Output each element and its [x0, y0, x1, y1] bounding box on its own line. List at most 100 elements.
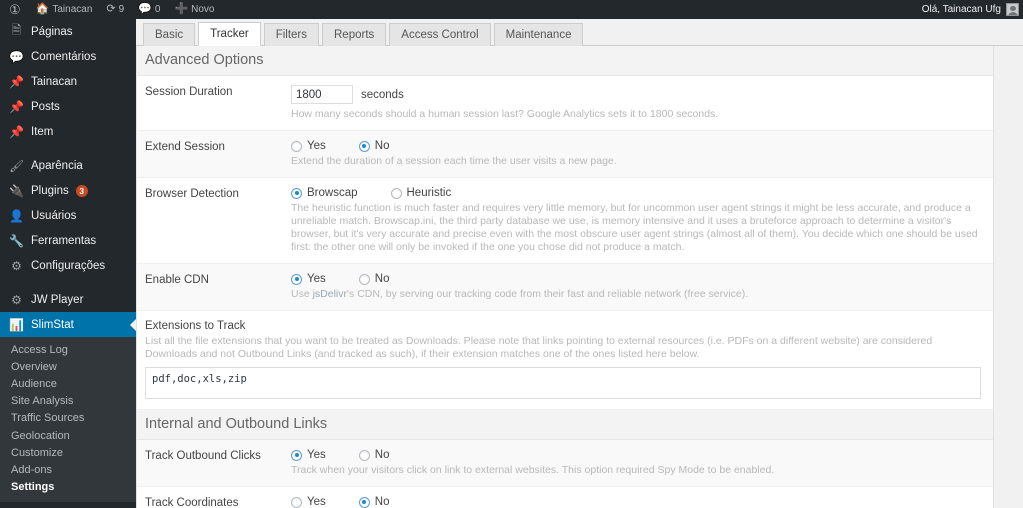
jsdelivr-link[interactable]: jsDelivr [313, 288, 347, 300]
updates-menu[interactable]: ⟳ 9 [99, 0, 131, 19]
wordpress-admin-screen: ① 🏠 Tainacan ⟳ 9 💬 0 ➕ Novo Olá, Tainaca… [0, 0, 1023, 508]
label-track-coordinates: Track Coordinates [145, 497, 239, 508]
sidebar-item-item[interactable]: 📌 Item [0, 119, 136, 144]
help-browser-detection: The heuristic function is much faster an… [291, 202, 978, 253]
plug-icon: 🔌 [9, 183, 24, 198]
submenu-item-customize[interactable]: Customize [0, 444, 136, 461]
tab-reports[interactable]: Reports [322, 23, 387, 46]
submenu-item-traffic-sources[interactable]: Traffic Sources [0, 410, 136, 427]
sidebar-item-label: Páginas [31, 25, 73, 38]
gear-icon: ⚙ [11, 292, 22, 307]
help-enable-cdn: Use jsDelivr's CDN, by serving our track… [291, 288, 981, 301]
comments-menu[interactable]: 💬 0 [131, 0, 167, 19]
track-coordinates-option-no[interactable]: No [358, 496, 389, 508]
tab-filters[interactable]: Filters [263, 23, 319, 46]
sidebar-item-label: Tainacan [31, 75, 78, 88]
desc-extensions-to-track: List all the file extensions that you wa… [145, 335, 933, 360]
submenu-item-site-analysis[interactable]: Site Analysis [0, 393, 136, 410]
tab-basic[interactable]: Basic [143, 23, 196, 46]
radio-circle-icon[interactable] [358, 496, 370, 508]
sidebar-item-label: SlimStat [31, 318, 74, 331]
submenu-item-overview[interactable]: Overview [0, 358, 136, 375]
site-name-menu[interactable]: 🏠 Tainacan [29, 0, 100, 19]
radio-circle-icon[interactable] [291, 187, 302, 199]
sidebar-item-slimstat[interactable]: 📊 SlimStat [0, 312, 136, 337]
tools-icon: 🔧 [9, 233, 24, 248]
radio-circle-icon[interactable] [358, 449, 370, 461]
sidebar-item-comentarios[interactable]: 💬 Comentários [0, 44, 136, 69]
extend-session-option-yes[interactable]: Yes [291, 140, 326, 152]
user-greeting[interactable]: Olá, Tainacan Ufg [915, 0, 1001, 19]
sidebar-item-posts[interactable]: 📌 Posts [0, 94, 136, 119]
new-label: Novo [191, 4, 215, 15]
enable-cdn-option-no[interactable]: No [358, 273, 389, 285]
sidebar-item-paginas[interactable]: 🗎 Páginas [0, 19, 136, 44]
label-extend-session: Extend Session [145, 141, 225, 153]
wordpress-logo-icon[interactable]: ① [0, 0, 29, 19]
plugins-update-badge: 3 [75, 184, 88, 197]
radio-circle-icon[interactable] [291, 449, 302, 461]
track-coordinates-option-yes[interactable]: Yes [291, 496, 326, 508]
avatar[interactable] [1006, 3, 1019, 16]
tab-access-control[interactable]: Access Control [389, 23, 491, 46]
help-extend-session: Extend the duration of a session each ti… [291, 155, 617, 167]
comment-bubble-icon: 💬 [138, 3, 152, 15]
extensions-to-track-textarea[interactable]: pdf,doc,xls,zip [145, 367, 981, 399]
sidebar-item-plugins[interactable]: 🔌 Plugins 3 [0, 178, 136, 203]
home-icon: 🏠 [35, 3, 50, 15]
radio-circle-icon[interactable] [291, 140, 302, 152]
radio-circle-icon[interactable] [390, 187, 402, 199]
browser-detection-option-browscap[interactable]: Browscap [291, 187, 358, 199]
section-header-internal-outbound-links: Internal and Outbound Links [137, 410, 993, 440]
enable-cdn-option-yes[interactable]: Yes [291, 273, 326, 285]
row-browser-detection: Browser Detection Browscap Heuristic The… [137, 178, 993, 264]
pages-icon: 🗎 [11, 23, 22, 37]
submenu-item-add-ons[interactable]: Add-ons [0, 461, 136, 478]
new-content-menu[interactable]: ➕ Novo [167, 0, 221, 19]
enable-cdn-radio-group: Yes No [291, 273, 981, 285]
label-track-outbound-clicks: Track Outbound Clicks [145, 450, 261, 462]
pin-icon: 📌 [9, 74, 24, 89]
users-icon: 👤 [9, 208, 24, 223]
submenu-item-geolocation[interactable]: Geolocation [0, 427, 136, 444]
sidebar-item-tainacan[interactable]: 📌 Tainacan [0, 69, 136, 94]
radio-circle-icon[interactable] [358, 273, 370, 285]
radio-circle-icon[interactable] [358, 140, 370, 152]
track-outbound-clicks-option-no[interactable]: No [358, 449, 389, 461]
sidebar-item-configuracoes[interactable]: ⚙ Configurações [0, 253, 136, 278]
track-outbound-clicks-radio-group: Yes No [291, 449, 981, 461]
chart-icon: 📊 [9, 317, 24, 332]
tab-maintenance[interactable]: Maintenance [493, 23, 584, 46]
extend-session-option-no[interactable]: No [358, 140, 389, 152]
tab-tracker[interactable]: Tracker [198, 22, 261, 46]
slimstat-submenu: Access Log Overview Audience Site Analys… [0, 337, 136, 502]
extend-session-radio-group: Yes No [291, 140, 981, 152]
track-coordinates-radio-group: Yes No [291, 496, 981, 508]
submenu-item-access-log[interactable]: Access Log [0, 341, 136, 358]
session-duration-unit: seconds [361, 88, 404, 101]
submenu-item-settings[interactable]: Settings [0, 479, 136, 496]
submenu-item-audience[interactable]: Audience [0, 375, 136, 392]
sidebar-item-usuarios[interactable]: 👤 Usuários [0, 203, 136, 228]
session-duration-input[interactable] [291, 85, 353, 104]
sidebar-item-jw-player[interactable]: ⚙ JW Player [0, 287, 136, 312]
row-enable-cdn: Enable CDN Yes No Use jsDelivr's CDN, by… [137, 264, 993, 311]
label-browser-detection: Browser Detection [145, 188, 239, 200]
help-enable-cdn-post: 's CDN, by serving our tracking code fro… [347, 288, 749, 300]
label-enable-cdn: Enable CDN [145, 274, 209, 286]
pin-icon: 📌 [9, 124, 24, 139]
radio-circle-icon[interactable] [291, 496, 302, 508]
pin-icon: 📌 [9, 99, 24, 114]
sidebar-item-aparencia[interactable]: 🖌 Aparência [0, 153, 136, 178]
radio-circle-icon[interactable] [291, 273, 302, 285]
sidebar-divider [0, 278, 136, 287]
track-outbound-clicks-option-yes[interactable]: Yes [291, 449, 326, 461]
help-enable-cdn-pre: Use [291, 288, 313, 300]
brush-icon: 🖌 [9, 158, 25, 173]
sidebar-item-ferramentas[interactable]: 🔧 Ferramentas [0, 228, 136, 253]
admin-bar-right: Olá, Tainacan Ufg [915, 0, 1023, 19]
sidebar-item-label: Item [31, 125, 54, 138]
sidebar-item-label: Aparência [31, 159, 83, 172]
settings-panel: Advanced Options Session Duration second… [136, 46, 994, 508]
browser-detection-option-heuristic[interactable]: Heuristic [390, 187, 451, 199]
